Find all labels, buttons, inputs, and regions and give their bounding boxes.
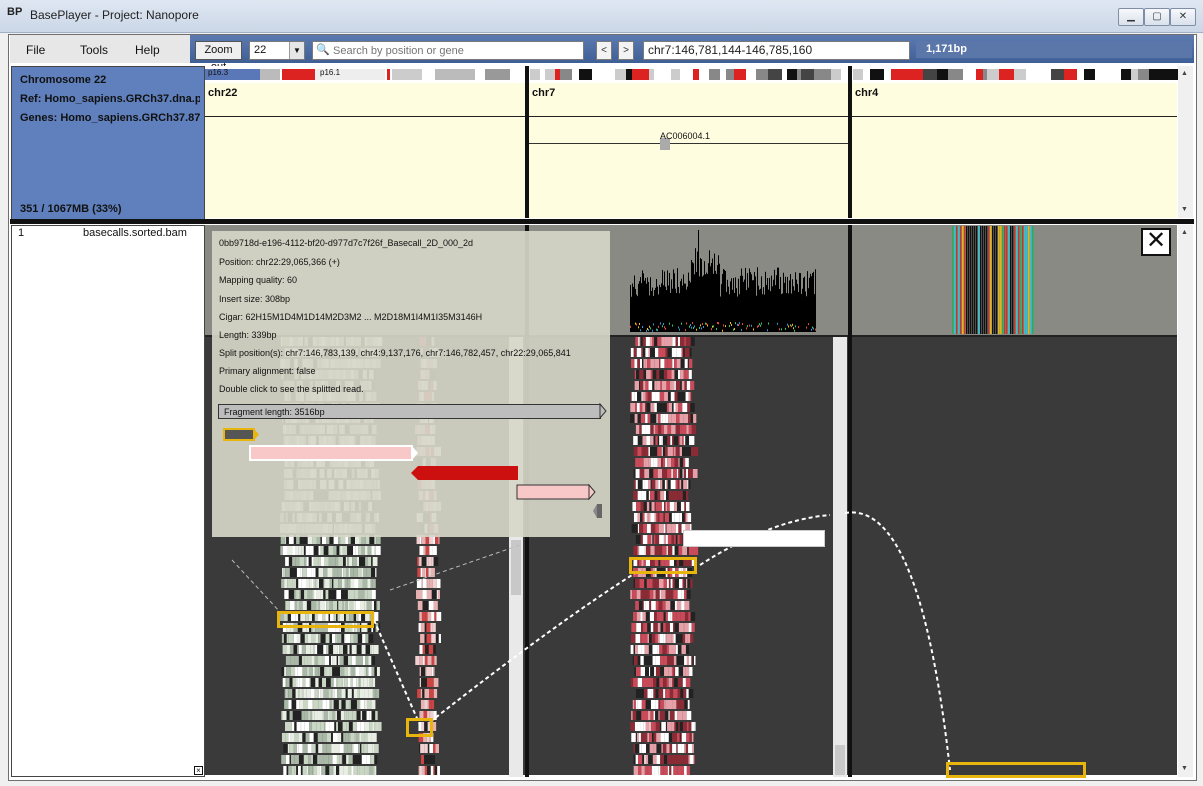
popup-insert-size: Insert size: 308bp <box>219 294 291 304</box>
popup-read-name: 0bb9718d-e196-4112-bf20-d977d7c7f26f_Bas… <box>219 238 474 248</box>
popup-cigar: Cigar: 62H15M1D4M1D14M2D3M2 ... M2D18M1I… <box>219 312 483 322</box>
popup-split-positions: Split position(s): chr7:146,783,139, chr… <box>219 348 571 358</box>
highlighted-read[interactable] <box>946 762 1086 778</box>
popup-length: Length: 339bp <box>219 330 277 340</box>
split-read-segment[interactable] <box>683 530 825 547</box>
highlighted-read[interactable] <box>406 718 433 737</box>
popup-primary-alignment: Primary alignment: false <box>219 366 316 376</box>
split-read-diagram <box>223 402 607 518</box>
highlighted-read[interactable] <box>629 557 697 574</box>
popup-mapping-quality: Mapping quality: 60 <box>219 275 298 285</box>
highlighted-read[interactable] <box>277 611 374 628</box>
popup-hint: Double click to see the splitted read. <box>219 384 364 394</box>
popup-position: Position: chr22:29,065,366 (+) <box>219 257 340 267</box>
